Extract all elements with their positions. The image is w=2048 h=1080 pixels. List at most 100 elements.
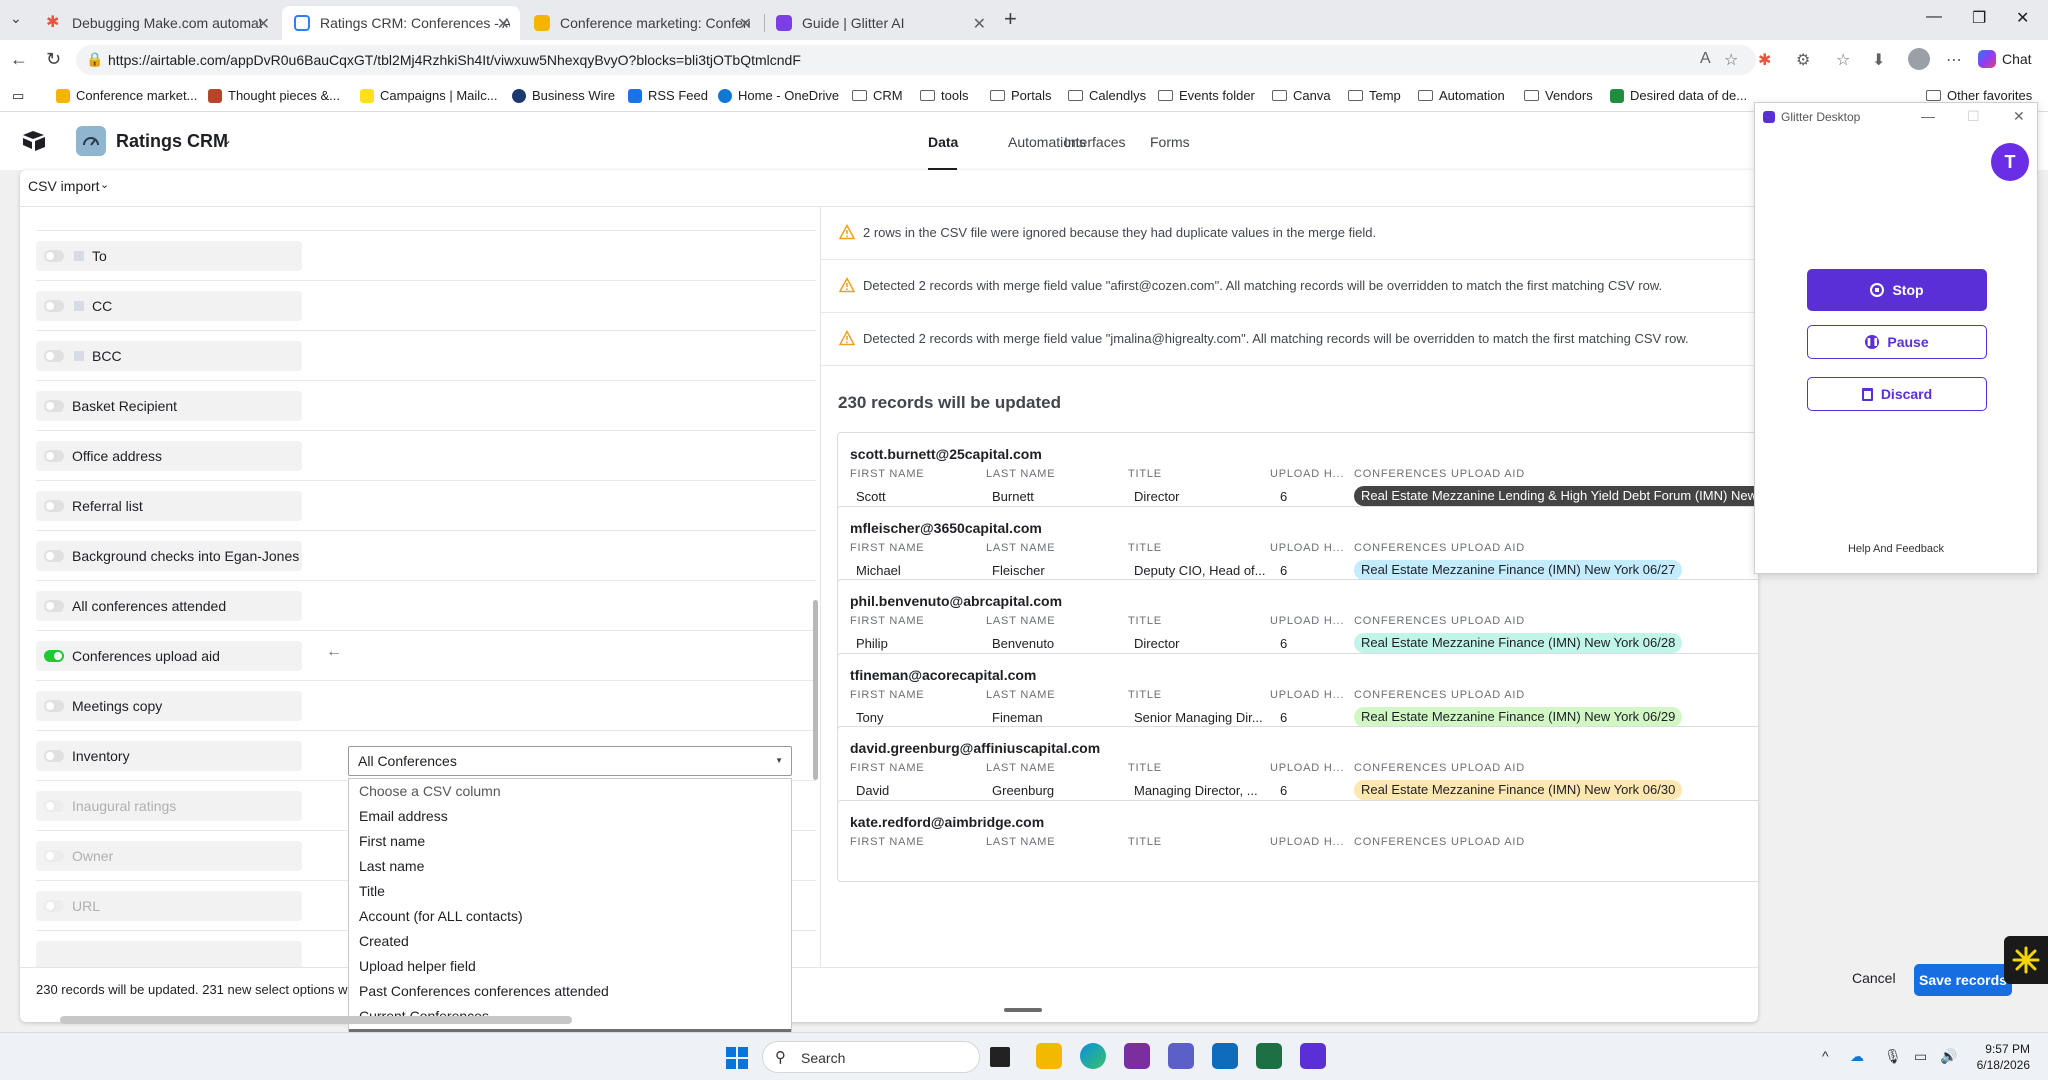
read-aloud-icon[interactable]: A	[1700, 50, 1711, 68]
bookmark-folder[interactable]: Portals	[990, 88, 1051, 103]
csv-column-select[interactable]: All Conferences ▼	[348, 746, 792, 776]
bookmark-folder[interactable]: CRM	[852, 88, 903, 103]
show-hidden-icons-icon[interactable]: ^	[1822, 1048, 1829, 1064]
edge-browser-icon[interactable]	[1080, 1043, 1106, 1069]
bookmark-folder[interactable]: Vendors	[1524, 88, 1593, 103]
bookmark-item[interactable]: RSS Feed	[628, 88, 708, 103]
import-preview-pane[interactable]: 2 rows in the CSV file were ignored beca…	[821, 207, 1758, 967]
stop-recording-button[interactable]: Stop	[1807, 269, 1987, 311]
bookmark-folder[interactable]: Other favorites	[1926, 88, 2032, 103]
refresh-icon[interactable]: ↻	[46, 49, 61, 70]
minimize-icon[interactable]: —	[1921, 108, 1935, 124]
dropdown-option[interactable]: Past Conferences conferences attended	[349, 979, 791, 1004]
dialog-title[interactable]: CSV import	[28, 178, 100, 194]
close-window-icon[interactable]: ✕	[2016, 8, 2029, 28]
pane-scrollbar[interactable]	[813, 600, 818, 780]
base-name[interactable]: Ratings CRM	[116, 131, 228, 152]
field-toggle[interactable]	[44, 400, 64, 412]
bookmark-item[interactable]: Desired data of de...	[1610, 88, 1747, 103]
glitter-taskbar-icon[interactable]	[1300, 1043, 1326, 1069]
close-window-icon[interactable]: ✕	[2013, 108, 2025, 125]
nav-forms[interactable]: Forms	[1150, 134, 1190, 150]
bookmark-folder[interactable]: Canva	[1272, 88, 1331, 103]
field-toggle[interactable]	[44, 700, 64, 712]
copilot-chat-button[interactable]: Chat	[1978, 50, 2032, 68]
bookmark-item[interactable]: Conference market...	[56, 88, 197, 103]
field-toggle[interactable]	[44, 550, 64, 562]
excel-icon[interactable]	[1256, 1043, 1282, 1069]
favorite-star-icon[interactable]: ☆	[1724, 50, 1738, 70]
close-tab-icon[interactable]: ✕	[739, 14, 752, 34]
browser-tab[interactable]: Guide | Glitter AI ✕	[764, 6, 996, 40]
downloads-icon[interactable]: ⬇	[1872, 50, 1885, 70]
field-toggle[interactable]	[44, 500, 64, 512]
field-toggle[interactable]	[44, 350, 64, 362]
field-toggle-on[interactable]	[44, 650, 64, 662]
dropdown-option[interactable]: Title	[349, 879, 791, 904]
cancel-button[interactable]: Cancel	[1852, 970, 1896, 986]
field-toggle[interactable]	[44, 750, 64, 762]
save-records-button[interactable]: Save records	[1914, 964, 2012, 996]
address-bar[interactable]: 🔒 https://airtable.com/appDvR0u6BauCqxGT…	[76, 45, 1756, 75]
field-toggle[interactable]	[44, 450, 64, 462]
bookmark-item[interactable]: Campaigns | Mailc...	[360, 88, 498, 103]
onenote-icon[interactable]	[1124, 1043, 1150, 1069]
browser-tab[interactable]: Conference marketing: Conference ✕	[522, 6, 762, 40]
record-card[interactable]: kate.redford@aimbridge.com FIRST NAME LAST…	[837, 800, 1758, 882]
bookmark-folder[interactable]: tools	[920, 88, 968, 103]
chevron-down-icon[interactable]: ⌄	[222, 133, 232, 147]
dropdown-option[interactable]: Account (for ALL contacts)	[349, 904, 791, 929]
record-card[interactable]: david.greenburg@affiniuscapital.com FIRST…	[837, 726, 1758, 809]
record-card[interactable]: phil.benvenuto@abrcapital.com FIRST NAME L…	[837, 579, 1758, 662]
nav-interfaces[interactable]: Interfaces	[1064, 134, 1125, 150]
chevron-down-icon[interactable]: ⌄	[100, 178, 109, 191]
teams-icon[interactable]	[1168, 1043, 1194, 1069]
microphone-icon[interactable]: 🎙	[1884, 1048, 1902, 1065]
field-toggle[interactable]	[44, 600, 64, 612]
record-card[interactable]: mfleischer@3650capital.com FIRST NAME LAST…	[837, 505, 1758, 588]
task-view-icon[interactable]	[990, 1047, 1010, 1067]
dropdown-option[interactable]: First name	[349, 829, 791, 854]
browser-tab-active[interactable]: Ratings CRM: Conferences - Airtable ✕	[282, 6, 520, 40]
field-toggle[interactable]	[44, 300, 64, 312]
new-tab-icon[interactable]: +	[1004, 6, 1017, 32]
bookmark-folder[interactable]: Automation	[1418, 88, 1505, 103]
back-icon[interactable]: ←	[10, 49, 28, 70]
browser-tab[interactable]: ✱ Debugging Make.com automation ✕	[34, 6, 280, 40]
horizontal-scrollbar[interactable]	[60, 1016, 572, 1024]
bookmark-item[interactable]: Business Wire	[512, 88, 615, 103]
bookmark-folder[interactable]: Events folder	[1158, 88, 1255, 103]
minimize-icon[interactable]: —	[1926, 8, 1942, 26]
record-card[interactable]: scott.burnett@25capital.com FIRST NAME LAS…	[837, 432, 1758, 514]
dropdown-option[interactable]: Created	[349, 929, 791, 954]
dropdown-placeholder[interactable]: Choose a CSV column	[349, 779, 791, 804]
airtable-logo-icon[interactable]	[22, 130, 46, 152]
bookmark-folder[interactable]: Temp	[1348, 88, 1401, 103]
glitter-launcher-button[interactable]	[2004, 936, 2048, 984]
nav-data[interactable]: Data	[928, 134, 958, 150]
volume-icon[interactable]: 🔊	[1940, 1048, 1957, 1065]
taskbar-search[interactable]: ⚲ Search	[762, 1041, 980, 1073]
windows-start-icon[interactable]	[726, 1047, 748, 1069]
system-clock[interactable]: 9:57 PM 6/18/2026	[1960, 1041, 2030, 1073]
dropdown-option[interactable]: Email address	[349, 804, 791, 829]
restore-icon[interactable]: ❐	[1972, 8, 1986, 28]
base-icon[interactable]	[76, 126, 106, 156]
close-tab-icon[interactable]: ✕	[973, 14, 986, 34]
bookmark-folder[interactable]: Calendlys	[1068, 88, 1146, 103]
discard-recording-button[interactable]: Discard	[1807, 377, 1987, 411]
field-toggle[interactable]	[44, 250, 64, 262]
help-feedback-link[interactable]: Help And Feedback	[1755, 543, 2037, 555]
dropdown-option[interactable]: Upload helper field	[349, 954, 791, 979]
favorites-icon[interactable]: ☆	[1836, 50, 1850, 70]
extension-icon[interactable]: ✱	[1758, 50, 1771, 70]
extensions-icon[interactable]: ⚙	[1796, 50, 1810, 70]
bookmarks-toggle-icon[interactable]: ▭	[12, 88, 24, 104]
user-avatar[interactable]: T	[1991, 143, 2029, 181]
dropdown-option[interactable]: Last name	[349, 854, 791, 879]
more-menu-icon[interactable]: ⋯	[1946, 50, 1962, 70]
lock-icon[interactable]: 🔒	[86, 51, 103, 68]
bookmark-item[interactable]: Thought pieces &...	[208, 88, 340, 103]
file-explorer-icon[interactable]	[1036, 1043, 1062, 1069]
bookmark-item[interactable]: Home - OneDrive	[718, 88, 839, 103]
